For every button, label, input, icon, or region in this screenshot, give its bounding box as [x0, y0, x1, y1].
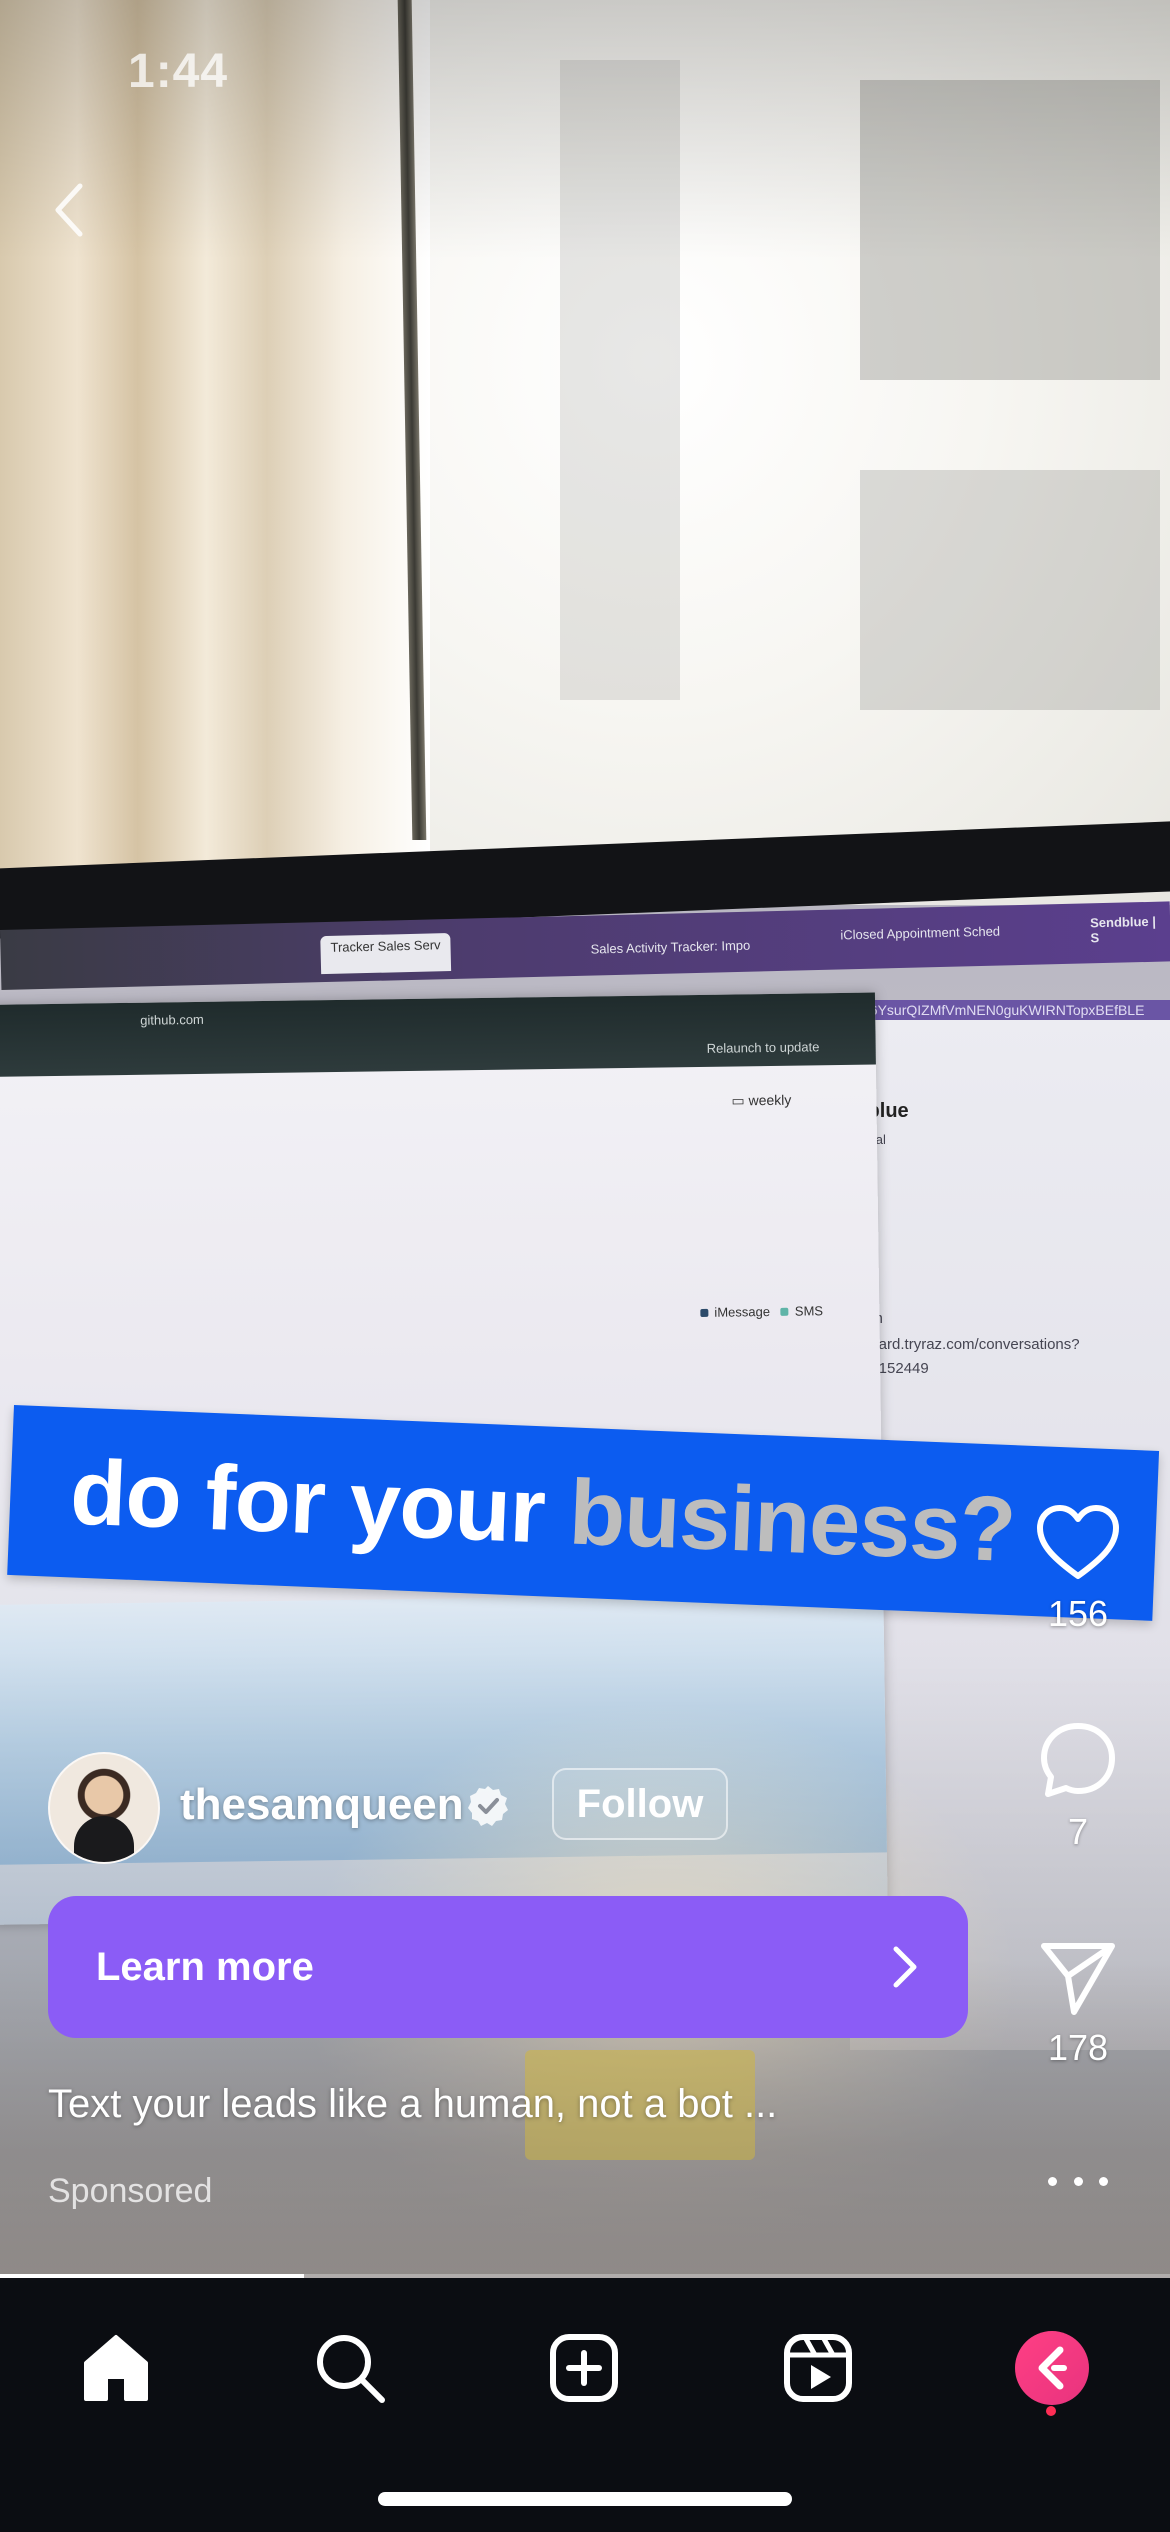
reels-icon	[784, 2334, 852, 2402]
back-button[interactable]	[40, 180, 100, 240]
notification-dot	[1046, 2406, 1056, 2416]
more-dots-icon	[1048, 2176, 1057, 2186]
comment-bubble-icon[interactable]	[1038, 1720, 1118, 1800]
weekly-label: weekly	[748, 1091, 792, 1109]
cta-label: Learn more	[96, 1944, 314, 1989]
share-action[interactable]: 178	[1018, 1940, 1138, 2069]
more-options-button[interactable]	[1048, 2166, 1108, 2196]
share-count: 178	[1047, 2027, 1109, 2068]
browser-tab: Tracker Sales Serv	[320, 932, 452, 975]
verified-badge-icon	[468, 1786, 508, 1826]
legend-swatch	[780, 1307, 789, 1316]
nav-search[interactable]	[300, 2318, 400, 2418]
profile-icon	[1015, 2331, 1089, 2405]
relaunch-label: Relaunch to update	[706, 1039, 820, 1056]
like-count: 156	[1047, 1593, 1109, 1634]
window-pane	[860, 470, 1160, 710]
window-text: board.tryraz.com/conversations?	[862, 1336, 1080, 1353]
status-time: 1:44	[128, 45, 229, 98]
profile-logo-icon	[1038, 2346, 1067, 2390]
heart-icon[interactable]	[1036, 1504, 1120, 1582]
top-gradient	[0, 0, 1170, 260]
banner-text-highlight: business?	[567, 1460, 1017, 1581]
username[interactable]: thesamqueen	[180, 1780, 464, 1830]
sponsored-label: Sponsored	[48, 2172, 213, 2210]
browser-tab: iClosed Appointment Sched	[840, 923, 1001, 943]
window-titlebar: github.com Relaunch to update	[0, 992, 876, 1077]
create-icon	[550, 2334, 618, 2402]
home-icon	[84, 2335, 148, 2401]
legend-swatch	[700, 1308, 709, 1317]
chevron-left-icon	[55, 183, 83, 237]
comment-count: 7	[1067, 1811, 1089, 1852]
chart-legend: iMessage SMS	[700, 1303, 823, 1320]
paper-plane-icon[interactable]	[1038, 1940, 1118, 2016]
post-caption[interactable]: Text your leads like a human, not a bot …	[48, 2082, 777, 2127]
avatar[interactable]	[48, 1752, 160, 1864]
nav-home[interactable]	[66, 2318, 166, 2418]
search-icon	[317, 2335, 385, 2403]
browser-tab: Sales Activity Tracker: Impo	[590, 937, 751, 957]
url-text: 56YsurQIZMfVmNEN0guKWIRNTopxBEfBLE	[862, 1000, 1170, 1020]
nav-profile[interactable]	[1002, 2318, 1102, 2418]
learn-more-button[interactable]: Learn more	[48, 1896, 968, 2038]
avatar-figure	[74, 1816, 134, 1862]
banner-text: do for your business?	[68, 1440, 1017, 1583]
more-dots-icon	[1073, 2176, 1083, 2186]
more-dots-icon	[1099, 2176, 1108, 2186]
legend-label: iMessage	[714, 1304, 771, 1320]
browser-tab: Sendblue | S	[1089, 913, 1157, 946]
banner-text-main: do for your	[68, 1440, 572, 1563]
nav-reels[interactable]	[768, 2318, 868, 2418]
like-action[interactable]: 156	[1018, 1504, 1138, 1635]
nav-create[interactable]	[534, 2318, 634, 2418]
home-indicator[interactable]	[378, 2492, 792, 2506]
tab-label: github.com	[140, 1011, 204, 1028]
chevron-right-icon	[893, 1946, 917, 1988]
legend-label: SMS	[794, 1303, 824, 1319]
weekly-selector: ▭ weekly	[731, 1091, 792, 1109]
follow-button[interactable]: Follow	[552, 1768, 728, 1840]
comment-action[interactable]: 7	[1018, 1720, 1138, 1853]
